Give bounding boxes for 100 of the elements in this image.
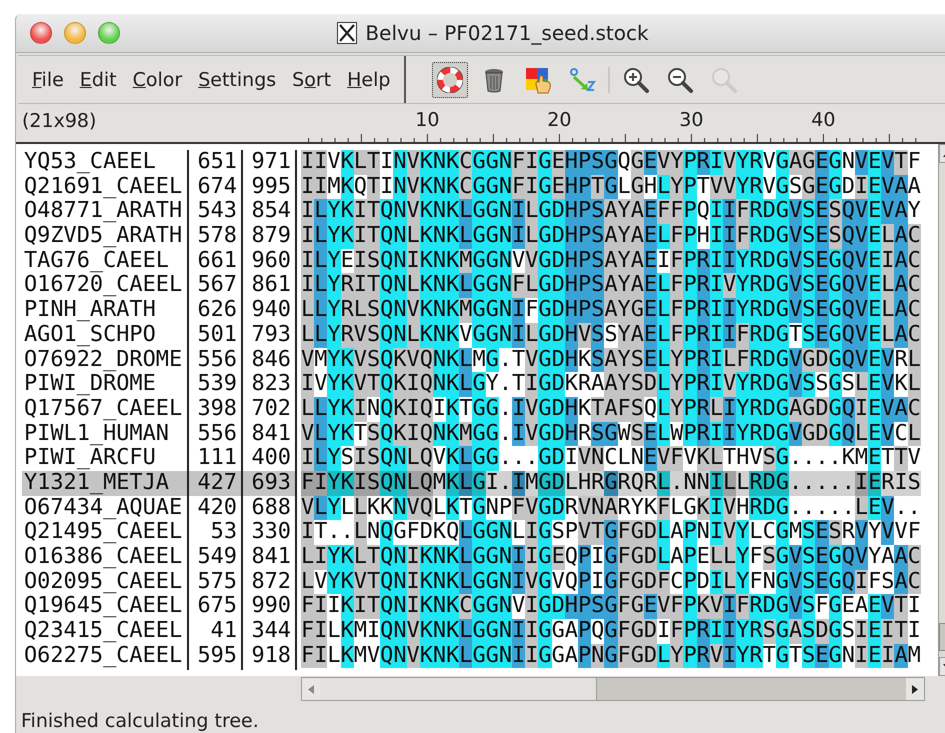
sequence-name[interactable]: O48771_ARATH: [22, 199, 187, 224]
start-position: 651: [196, 150, 238, 175]
close-button[interactable]: [30, 22, 52, 44]
start-position: 420: [196, 496, 238, 520]
end-position: 846: [250, 348, 292, 372]
sequence-name[interactable]: TAG76_CAEEL: [22, 248, 187, 274]
start-position: 53: [210, 520, 238, 545]
end-position: 841: [250, 422, 292, 446]
sequence-residues: IIVKLTINVKNKCGGNFIGEHPSGQGEVYPRIVYRVGAGEGNVEVTF: [301, 150, 921, 175]
sequence-name[interactable]: Q17567_CAEEL: [22, 396, 187, 422]
start-position: 661: [196, 248, 238, 274]
sequence-residues: IT..LNQGFDKQLGGNLIGSPVTGFGDLAPNIVYLCGMSESRVYVVF: [301, 520, 921, 545]
ruler-label: 40: [811, 109, 836, 131]
sequence-residues: LLYKINQKIQIKTGG.IVGDHKTAFSQLYPRLIYRDGAGDGQIEVAC: [301, 396, 921, 422]
start-position: 41: [210, 619, 238, 644]
menu-item[interactable]: Help: [341, 64, 396, 94]
start-position: 595: [196, 644, 238, 668]
sequence-name[interactable]: O76922_DROME: [22, 348, 187, 372]
sequence-residues: LLYRVSQNLKNKVGGNILGDHVSSYAELFPRIIFRDGTSEGQVELAC: [301, 322, 921, 348]
sequence-name[interactable]: PIWI_ARCFU: [22, 446, 187, 471]
ruler-label: 30: [679, 109, 704, 131]
menu-item[interactable]: Color: [126, 64, 188, 94]
sequence-name[interactable]: YQ53_CAEEL: [22, 150, 187, 175]
end-position: 960: [250, 248, 292, 274]
scrollbar-thumb[interactable]: [320, 678, 597, 700]
horizontal-scrollbar[interactable]: [301, 677, 925, 701]
start-position: 539: [196, 372, 238, 397]
start-position: 626: [196, 298, 238, 323]
sequence-name[interactable]: PINH_ARATH: [22, 298, 187, 323]
start-position: 575: [196, 570, 238, 594]
scroll-right-icon[interactable]: [912, 684, 918, 694]
sequence-residues: IVYKVTQKIQNKLGY.TIGDKRAAYSDLYPRIVYRDGVSSGSLEVKL: [301, 372, 921, 397]
sequence-residues: ILYKITQNVKNKLGGNILGDHPSAYAEFFPQIIFRDGVSESQVEVAY: [301, 199, 921, 224]
sequence-residues: FIYKISQNLQMKLGI.IMGDLHRGRQRL.NNILLRDG.....IERIS: [301, 470, 921, 496]
minimize-button[interactable]: [64, 22, 86, 44]
end-position: 940: [250, 298, 292, 323]
end-position: 872: [250, 570, 292, 594]
sequence-residues: LIYKLTQNIKNKLGGNIIGEQPIGFGDLAPELLYFSGVSEGQVYAAC: [301, 545, 921, 570]
sequence-name[interactable]: Q19645_CAEEL: [22, 594, 187, 620]
sequence-name[interactable]: Q21495_CAEEL: [22, 520, 187, 545]
start-position: 567: [196, 273, 238, 298]
sequence-name[interactable]: O02095_CAEEL: [22, 570, 187, 594]
start-position: 501: [196, 322, 238, 348]
sequence-residues: LLYRLSQNVKNKMGGNIFGDHPSAYGELFPRIIYRDGVSEGQVELAC: [301, 298, 921, 323]
maximize-button[interactable]: [98, 22, 120, 44]
zoom-out-icon: [666, 66, 694, 94]
sequence-name[interactable]: Q23415_CAEEL: [22, 619, 187, 644]
end-position: 400: [250, 446, 292, 471]
end-position: 702: [250, 396, 292, 422]
ruler-label: 20: [547, 109, 572, 131]
start-position: 674: [196, 174, 238, 200]
sequence-name[interactable]: O67434_AQUAE: [22, 496, 187, 520]
sequence-name[interactable]: O62275_CAEEL: [22, 644, 187, 668]
sequence-name[interactable]: O16386_CAEEL: [22, 545, 187, 570]
status-message: Finished calculating tree.: [20, 709, 260, 732]
end-position: 344: [250, 619, 292, 644]
sequence-residues: ILYSISQNLQVKLGG...GDIVNCLNEVFVKLTHVSG....KMETTV: [301, 446, 921, 471]
sequence-residues: LVYKVTQNIKNKLGGNIVGVQPIGFGDFCPDILYFNGVSEGQIFSAC: [301, 570, 921, 594]
sequence-residues: ILYKITQNLKNKLGGNILGDHPSAYAELFPHIIFRDGVSESQVELAC: [301, 224, 921, 249]
start-position: 398: [196, 396, 238, 422]
start-position: 549: [196, 545, 238, 570]
sequence-name[interactable]: Q9ZVD5_ARATH: [22, 224, 187, 249]
end-position: 879: [250, 224, 292, 249]
sequence-residues: ILYRITQNLKNKLGGNFLGDHPSAYAELFPRIVYRDGVSEGQVELAC: [301, 273, 921, 298]
start-position: 427: [189, 470, 241, 496]
end-position: 854: [250, 199, 292, 224]
sequence-name[interactable]: PIWI_DROME: [22, 372, 187, 397]
sequence-name[interactable]: PIWL1_HUMAN: [22, 422, 187, 446]
start-position: 578: [196, 224, 238, 249]
window-title: Belvu – PF02171_seed.stock: [365, 21, 649, 45]
lifebuoy-icon: [437, 66, 464, 92]
toolbar-button[interactable]: [432, 62, 468, 98]
sequence-residues: FIIKITQNIKNKCGGNVIGDHPSGFGEVFPKVIFRDGVSFGEAEVTI: [301, 594, 921, 620]
end-position: 693: [243, 470, 295, 496]
end-position: 841: [250, 545, 292, 570]
sort-icon: [568, 66, 596, 94]
start-position: 543: [196, 199, 238, 224]
menu-item[interactable]: Sort: [286, 64, 338, 94]
end-position: 861: [250, 273, 292, 298]
color-hand-icon: [524, 66, 552, 94]
sequence-name[interactable]: O16720_CAEEL: [22, 273, 187, 298]
end-position: 793: [250, 322, 292, 348]
menu-item[interactable]: Settings: [192, 64, 282, 94]
sequence-residues: VLYKTSQKIQNKMGG.IVGDHRSGWSELWPRIIYRDGVGDGQLEVCL: [301, 422, 921, 446]
end-position: 330: [250, 520, 292, 545]
scroll-left-icon[interactable]: [308, 684, 314, 694]
sequence-name[interactable]: AGO1_SCHPO: [22, 322, 187, 348]
menu-item[interactable]: Edit: [74, 64, 123, 94]
menu-item[interactable]: File: [26, 64, 70, 94]
end-position: 971: [250, 150, 292, 175]
end-position: 823: [250, 372, 292, 397]
zoom-in-icon: [622, 66, 650, 94]
sequence-residues: VMYKVSQKVQNKLMG.TVGDHKSAYSELYPRILFRDGVGDGQVEVRL: [301, 348, 921, 372]
start-position: 556: [196, 422, 238, 446]
sequence-name[interactable]: Y1321_METJA: [22, 470, 187, 496]
ruler-label: 10: [415, 109, 440, 131]
end-position: 990: [250, 594, 292, 620]
sequence-residues: FILKMVQNVKNKLGGNIIGGAPNGFGDLYPRVIYRTGTSEGNIEIAM: [301, 644, 921, 668]
sequence-residues: IIMKQTINVKNKCGGNFIGEHPTGLGHLYPTVVYRVGSGEGDIEVAA: [301, 174, 921, 200]
sequence-name[interactable]: Q21691_CAEEL: [22, 174, 187, 200]
